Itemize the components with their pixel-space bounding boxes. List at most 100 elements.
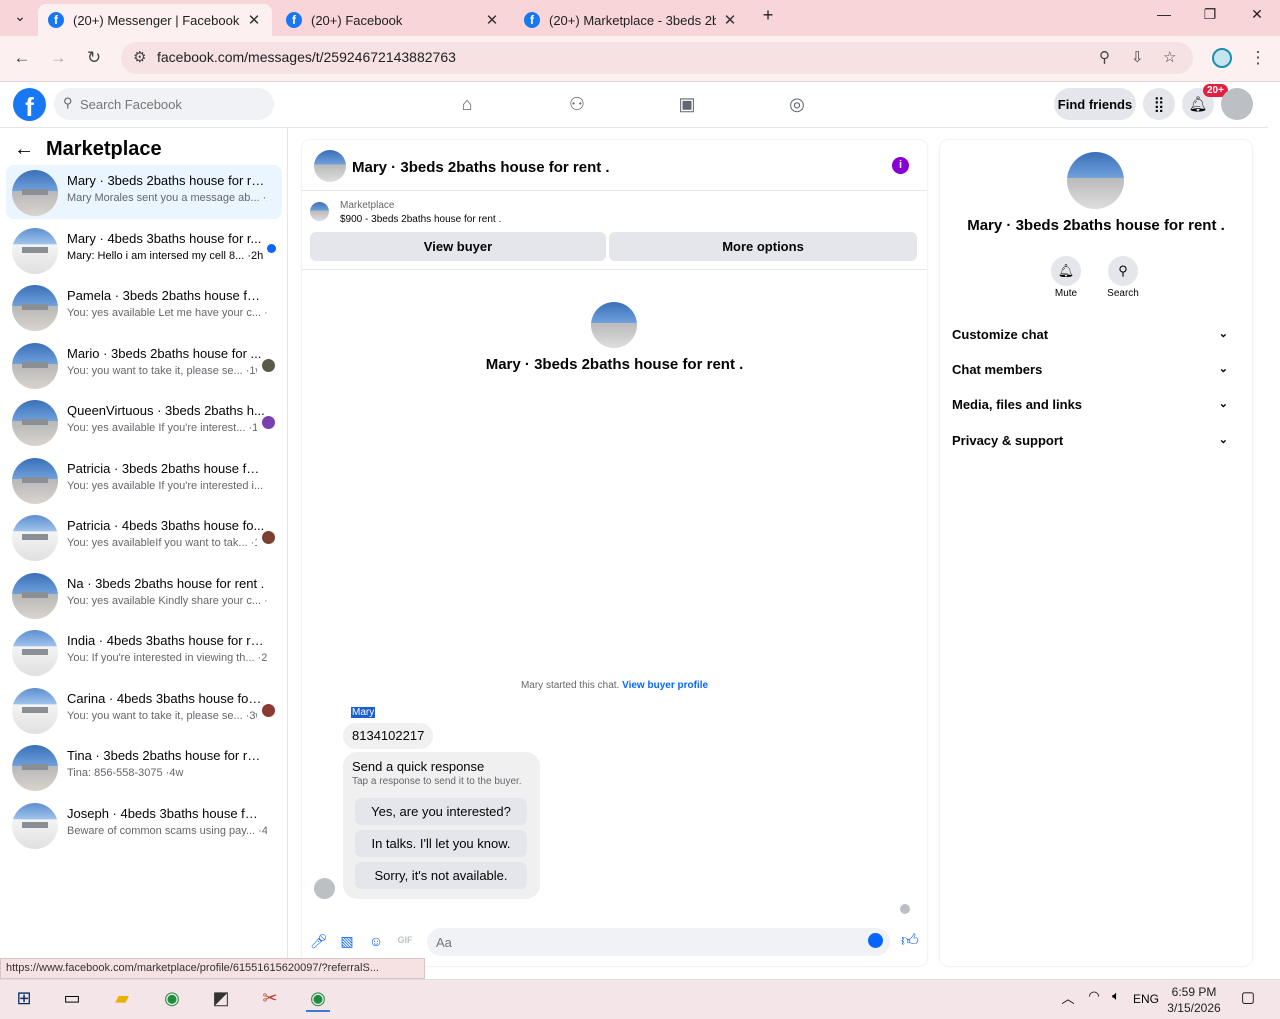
conversation-item[interactable]: Patricia · 4beds 3baths house fo... You:… <box>6 510 282 564</box>
reload-icon[interactable]: ↻ <box>83 48 105 68</box>
language-indicator[interactable]: ENG <box>1133 992 1159 1006</box>
seen-avatar <box>262 704 275 717</box>
page-scrollbar[interactable] <box>1268 82 1280 978</box>
chat-members-section[interactable]: Chat members ⌄ <box>952 362 1240 377</box>
forward-icon[interactable]: → <box>47 48 69 68</box>
back-icon[interactable]: ← <box>11 48 33 68</box>
wifi-icon[interactable]: ◠ <box>1082 988 1106 1012</box>
volume-icon[interactable]: 🔈︎ <box>1104 988 1128 1012</box>
zoom-icon[interactable]: ⚲ <box>1099 48 1110 66</box>
snipping-tool-icon[interactable]: ✂ <box>258 988 282 1012</box>
back-arrow-icon[interactable]: ← <box>14 138 34 161</box>
chat-title[interactable]: Mary · 3beds 2baths house for rent . <box>352 159 610 176</box>
search-box[interactable]: ⚲ <box>54 88 274 120</box>
status-bar-url: https://www.facebook.com/marketplace/pro… <box>0 958 425 979</box>
conversation-item[interactable]: QueenVirtuous · 3beds 2baths h... You: y… <box>6 395 282 449</box>
customize-chat-section[interactable]: Customize chat ⌄ <box>952 327 1240 342</box>
conversation-item[interactable]: India · 4beds 3baths house for rent . Yo… <box>6 625 282 679</box>
bookmark-star-icon[interactable]: ☆ <box>1163 48 1176 66</box>
search-icon[interactable]: ⚲ <box>1108 256 1138 286</box>
address-bar[interactable]: ⚙ facebook.com/messages/t/25924672143882… <box>121 42 1193 74</box>
profile-avatar[interactable] <box>591 302 637 348</box>
conversation-snippet: You: yes available Kindly share your c..… <box>67 595 267 607</box>
profile-avatar[interactable] <box>1212 48 1232 68</box>
mute-bell-icon[interactable]: 🔔︎ <box>1051 256 1081 286</box>
quick-response-button[interactable]: Sorry, it's not available. <box>355 862 527 889</box>
facebook-header: f ⚲ ⌂ ⚇ ▣ ◎ Find friends ⣿ 🔔︎ 20+ <box>0 82 1268 128</box>
file-explorer-icon[interactable]: ▰ <box>110 988 134 1012</box>
search-icon: ⚲ <box>63 95 73 110</box>
notification-center-icon[interactable]: ▢ <box>1236 988 1260 1012</box>
profile-avatar[interactable] <box>1067 152 1124 209</box>
marketplace-conversation-list: ← Marketplace Mary · 3beds 2baths house … <box>0 128 288 958</box>
conversation-item[interactable]: Tina · 3beds 2baths house for rent . Tin… <box>6 740 282 794</box>
unread-dot <box>267 244 276 253</box>
conversation-item[interactable]: Mario · 3beds 2baths house for ... You: … <box>6 338 282 392</box>
divider <box>302 269 927 270</box>
home-icon[interactable]: ⌂ <box>456 94 478 116</box>
media-files-links-section[interactable]: Media, files and links ⌄ <box>952 397 1240 412</box>
task-view-icon[interactable]: ▭ <box>60 988 84 1012</box>
listing-thumbnail <box>310 202 329 221</box>
windows-start-icon[interactable]: ⊞ <box>12 988 36 1012</box>
quick-response-button[interactable]: Yes, are you interested? <box>355 798 527 825</box>
conversation-item[interactable]: Mary · 3beds 2baths house for rent . Mar… <box>6 165 282 219</box>
conversation-item[interactable]: Mary · 4beds 3baths house for r... Mary:… <box>6 223 282 277</box>
message-input-box[interactable] <box>427 928 890 956</box>
sticker-icon[interactable]: ☺ <box>368 933 384 949</box>
site-info-icon[interactable]: ⚙ <box>133 48 146 66</box>
info-icon[interactable]: i <box>892 157 909 174</box>
tab-marketplace[interactable]: f (20+) Marketplace - 3beds 2ba ✕ <box>514 4 748 36</box>
system-clock[interactable]: 6:59 PM 3/15/2026 <box>1164 984 1224 1016</box>
facebook-logo-icon[interactable]: f <box>13 88 46 122</box>
search-label: Search <box>1107 288 1139 299</box>
chrome-active-icon[interactable]: ◉ <box>306 988 330 1012</box>
image-icon[interactable]: ▧ <box>339 933 355 950</box>
chat-avatar[interactable] <box>314 150 346 182</box>
conversation-item[interactable]: Pamela · 3beds 2baths house for r... You… <box>6 280 282 334</box>
seen-avatar <box>262 359 275 372</box>
sticky-notes-icon[interactable]: ◩ <box>209 988 233 1012</box>
conversation-item[interactable]: Joseph · 4beds 3baths house for r... Bew… <box>6 798 282 852</box>
chevron-down-icon: ⌄ <box>1218 328 1228 340</box>
close-window-icon[interactable]: ✕ <box>1247 6 1267 23</box>
message-bubble[interactable]: 8134102217 <box>343 723 434 749</box>
install-app-icon[interactable]: ⇩ <box>1131 48 1144 66</box>
view-buyer-profile-link[interactable]: View buyer profile <box>622 680 708 691</box>
close-tab-icon[interactable]: ✕ <box>246 11 262 29</box>
message-input[interactable] <box>436 928 856 956</box>
video-icon[interactable]: ▣ <box>676 94 698 116</box>
account-avatar[interactable] <box>1221 88 1253 120</box>
close-tab-icon[interactable]: ✕ <box>484 11 500 29</box>
menu-grid-icon[interactable]: ⣿ <box>1143 88 1175 120</box>
friends-icon[interactable]: ⚇ <box>566 94 588 116</box>
restore-icon[interactable]: ❐ <box>1200 6 1220 23</box>
more-options-button[interactable]: More options <box>609 232 917 261</box>
close-tab-icon[interactable]: ✕ <box>722 11 738 29</box>
conversation-snippet: Beware of common scams using pay... ·4w <box>67 825 267 837</box>
microphone-icon[interactable]: 🎤︎ <box>310 933 328 950</box>
browser-menu-icon[interactable]: ⋮ <box>1247 48 1269 68</box>
conversation-item[interactable]: Na · 3beds 2baths house for rent . You: … <box>6 568 282 622</box>
profile-name: Mary · 3beds 2baths house for rent . <box>967 217 1225 234</box>
conversation-item[interactable]: Patricia · 3beds 2baths house for r... Y… <box>6 453 282 507</box>
gif-icon[interactable]: GIF <box>397 935 413 945</box>
tab-messenger[interactable]: f (20+) Messenger | Facebook ✕ <box>38 4 272 36</box>
search-input[interactable] <box>80 88 260 120</box>
conversation-name: Na · 3beds 2baths house for rent . <box>67 576 265 591</box>
thumbs-up-icon[interactable]: 👍︎ <box>901 930 919 951</box>
new-tab-icon[interactable]: + <box>758 5 778 26</box>
chrome-icon[interactable]: ◉ <box>160 988 184 1012</box>
quick-response-button[interactable]: In talks. I'll let you know. <box>355 830 527 857</box>
emoji-icon[interactable] <box>868 933 883 948</box>
view-buyer-button[interactable]: View buyer <box>310 232 606 261</box>
minimize-icon[interactable]: — <box>1154 6 1174 22</box>
privacy-support-section[interactable]: Privacy & support ⌄ <box>952 433 1240 448</box>
tab-search-icon[interactable]: ⌄ <box>10 8 30 25</box>
conversation-item[interactable]: Carina · 4beds 3baths house for ... You:… <box>6 683 282 737</box>
groups-icon[interactable]: ◎ <box>786 94 808 116</box>
tab-facebook[interactable]: f (20+) Facebook ✕ <box>276 4 510 36</box>
listing-summary[interactable]: Marketplace $900 - 3beds 2baths house fo… <box>310 200 910 230</box>
show-hidden-icons[interactable]: ︿ <box>1056 988 1080 1012</box>
find-friends-button[interactable]: Find friends <box>1054 88 1136 120</box>
